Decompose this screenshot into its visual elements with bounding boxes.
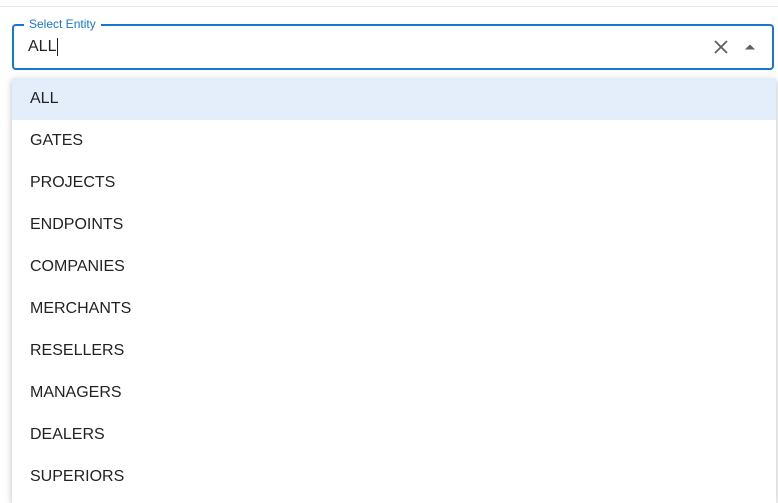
top-divider [0,6,778,7]
option-gates[interactable]: GATES [12,120,776,162]
option-projects[interactable]: PROJECTS [12,162,776,204]
option-all[interactable]: ALL [12,78,776,120]
entity-search-input[interactable]: ALL [28,38,59,56]
option-superiors[interactable]: SUPERIORS [12,456,776,498]
option-managers[interactable]: MANAGERS [12,372,776,414]
arrow-up-icon [745,44,755,50]
entity-autocomplete-field[interactable]: Select Entity ALL [12,17,774,70]
option-dealers[interactable]: DEALERS [12,414,776,456]
option-resellers[interactable]: RESELLERS [12,330,776,372]
option-merchants[interactable]: MERCHANTS [12,288,776,330]
option-endpoints[interactable]: ENDPOINTS [12,204,776,246]
option-companies[interactable]: COMPANIES [12,246,776,288]
field-label: Select Entity [24,17,101,31]
text-cursor [57,38,59,56]
entity-options-listbox: ALL GATES PROJECTS ENDPOINTS COMPANIES M… [12,78,776,503]
clear-button[interactable] [709,35,733,59]
input-text: ALL [28,38,57,55]
collapse-dropdown-button[interactable] [738,35,762,59]
close-icon [714,40,728,54]
